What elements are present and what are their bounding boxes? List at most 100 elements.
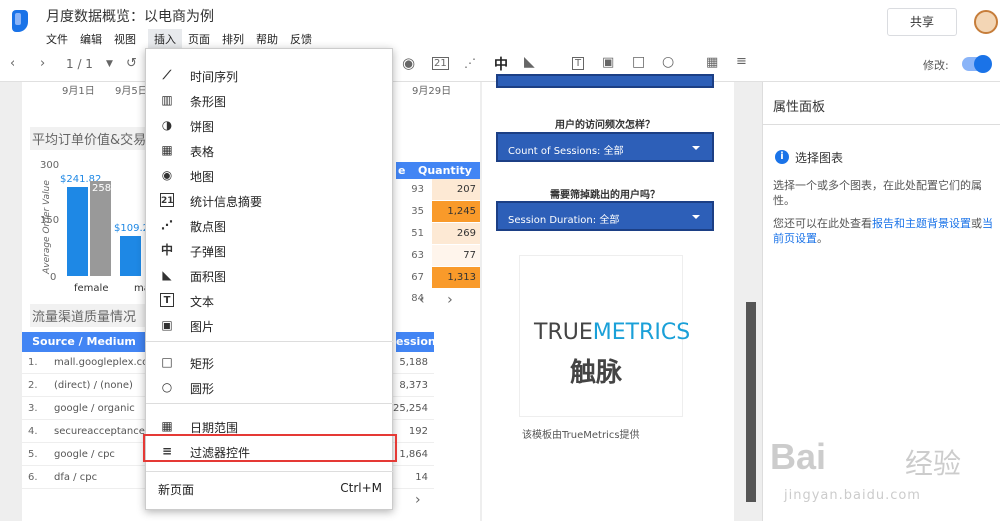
sessions-cell: 5,188 bbox=[399, 357, 428, 368]
menu-view[interactable]: 视图 bbox=[114, 31, 142, 49]
y-tick: 150 bbox=[40, 215, 60, 226]
insert-menu-item[interactable]: ◣ 面积图 bbox=[146, 263, 394, 287]
filter-bar-top[interactable] bbox=[496, 74, 714, 88]
calendar-icon[interactable]: ▦ bbox=[706, 55, 718, 70]
menu-item-label: 面积图 bbox=[190, 270, 227, 284]
quantity-cell: 1,313 bbox=[432, 267, 480, 288]
scrollbar-thumb[interactable] bbox=[746, 302, 756, 502]
document-title[interactable]: 月度数据概览：以电商为例 bbox=[46, 6, 214, 26]
menu-item-label: 新页面 bbox=[158, 483, 195, 497]
bar-chart-icon: ▥ bbox=[161, 93, 173, 107]
baidu-jingyan-watermark: Bai 经验 jingyan.baidu.com bbox=[770, 436, 995, 516]
divider bbox=[763, 124, 1000, 125]
edit-mode-toggle[interactable] bbox=[962, 55, 992, 73]
insert-menu-item[interactable]: ⟋ 时间序列 bbox=[146, 63, 394, 87]
row-partial-value: 51 bbox=[411, 228, 424, 239]
source-medium-header[interactable]: Source / Medium bbox=[22, 332, 146, 352]
rectangle-icon[interactable]: □ bbox=[632, 54, 645, 70]
quantity-cell: 1,245 bbox=[432, 201, 480, 222]
insert-menu-item[interactable]: ◑ 饼图 bbox=[146, 113, 394, 137]
data-studio-logo[interactable] bbox=[12, 10, 28, 32]
image-icon[interactable]: ▣ bbox=[602, 55, 614, 70]
vertical-scrollbar[interactable] bbox=[740, 82, 762, 521]
menu-page[interactable]: 页面 bbox=[188, 31, 216, 49]
sessions-header[interactable]: essions bbox=[396, 332, 442, 352]
text-icon[interactable]: T bbox=[572, 57, 585, 70]
insert-menu-item[interactable]: □ 矩形 bbox=[146, 350, 394, 374]
scorecard-icon: 21 bbox=[160, 193, 174, 207]
report-page-right: 用户的访问频次怎样？ Count of Sessions: 全部 需要筛掉跳出的… bbox=[482, 74, 734, 521]
insert-menu-item[interactable]: ▦ 表格 bbox=[146, 138, 394, 162]
logo-metrics: METRICS bbox=[592, 320, 691, 345]
scorecard-icon[interactable]: 21 bbox=[432, 57, 449, 70]
insert-menu-item[interactable]: 新页面 Ctrl+M bbox=[146, 476, 394, 500]
area-chart-icon: ◣ bbox=[162, 268, 172, 282]
quantity-cell: 77 bbox=[432, 245, 480, 266]
more-mid: 或 bbox=[971, 217, 982, 230]
report-theme-settings-link[interactable]: 报告和主题背景设置 bbox=[872, 217, 971, 230]
menu-insert[interactable]: 插入 bbox=[148, 29, 182, 49]
bar[interactable] bbox=[120, 235, 141, 276]
more-prefix: 您还可以在此处查看 bbox=[773, 217, 872, 230]
menu-help[interactable]: 帮助 bbox=[256, 31, 284, 49]
menu-item-label: 散点图 bbox=[190, 220, 227, 234]
avatar[interactable] bbox=[974, 10, 998, 34]
row-index: 2. bbox=[28, 380, 38, 391]
prev-page-icon[interactable]: ‹ bbox=[419, 292, 425, 308]
page-indicator[interactable]: 1 / 1 bbox=[66, 57, 93, 71]
source-medium-cell: secureacceptance... bbox=[54, 426, 155, 437]
page-dropdown-icon[interactable]: ▼ bbox=[106, 59, 113, 69]
menu-file[interactable]: 文件 bbox=[46, 31, 74, 49]
more-suffix: 。 bbox=[817, 232, 828, 245]
area-chart-icon[interactable]: ◣ bbox=[524, 54, 535, 70]
next-page-icon[interactable]: › bbox=[415, 492, 421, 508]
insert-menu-item[interactable]: ▣ 图片 bbox=[146, 313, 394, 337]
timeseries-icon: ⟋ bbox=[162, 68, 172, 82]
insert-menu-item[interactable]: ○ 圆形 bbox=[146, 375, 394, 399]
scatter-icon[interactable]: ⋰ bbox=[464, 56, 476, 70]
insert-menu-item[interactable]: ◉ 地图 bbox=[146, 163, 394, 187]
filter-icon[interactable]: ≡ bbox=[736, 54, 747, 69]
quantity-header[interactable]: Quantity bbox=[418, 164, 472, 177]
bar[interactable] bbox=[67, 187, 88, 276]
dropdown-arrow-icon[interactable] bbox=[692, 146, 700, 150]
share-button[interactable]: 共享 bbox=[887, 8, 957, 36]
sessions-cell: 8,373 bbox=[399, 380, 428, 391]
history-icon[interactable]: ↺ bbox=[126, 56, 137, 71]
globe-icon: ◉ bbox=[161, 168, 173, 182]
bar[interactable] bbox=[90, 181, 111, 276]
insert-menu-item[interactable]: 21 统计信息摘要 bbox=[146, 188, 394, 212]
globe-icon[interactable]: ◉ bbox=[402, 54, 415, 72]
menu-item-label: 图片 bbox=[190, 320, 215, 334]
select-chart-heading: 选择图表 bbox=[795, 151, 844, 165]
quantity-table-header: e Quantity bbox=[396, 162, 480, 179]
aov-chart-title: 平均订单价值&交易 bbox=[30, 127, 156, 150]
insert-menu-item[interactable]: ▥ 条形图 bbox=[146, 88, 394, 112]
bar-value-label: $109.2 bbox=[114, 222, 149, 234]
property-description: 选择一个或多个图表，在此处配置它们的属性。 bbox=[773, 179, 982, 207]
dropdown-arrow-icon[interactable] bbox=[692, 215, 700, 219]
circle-icon[interactable]: ○ bbox=[662, 54, 674, 70]
menu-arrange[interactable]: 排列 bbox=[222, 31, 250, 49]
row-index: 3. bbox=[28, 403, 38, 414]
bullet-icon[interactable]: 中 bbox=[494, 54, 508, 74]
menu-feedback[interactable]: 反馈 bbox=[290, 31, 318, 49]
menu-item-label: 圆形 bbox=[190, 382, 215, 396]
table-row: 51 269 bbox=[396, 223, 480, 244]
edit-mode-label: 修改: bbox=[923, 59, 949, 72]
menu-divider bbox=[146, 341, 394, 342]
session-duration-filter[interactable]: Session Duration: 全部 bbox=[496, 201, 714, 231]
insert-menu-item[interactable]: 中 子弹图 bbox=[146, 238, 394, 262]
sessions-count-filter[interactable]: Count of Sessions: 全部 bbox=[496, 132, 714, 162]
menu-item-label: 子弹图 bbox=[190, 245, 227, 259]
menu-edit[interactable]: 编辑 bbox=[80, 31, 108, 49]
insert-menu-item[interactable]: ⋰ 散点图 bbox=[146, 213, 394, 237]
forward-arrow-icon[interactable]: › bbox=[40, 56, 45, 71]
info-icon: i bbox=[775, 150, 789, 164]
question-label: 需要筛掉跳出的用户吗？ bbox=[550, 190, 660, 201]
back-arrow-icon[interactable]: ‹ bbox=[10, 56, 15, 71]
next-page-icon[interactable]: › bbox=[447, 292, 453, 308]
insert-menu-item[interactable]: T 文本 bbox=[146, 288, 394, 312]
y-tick: 300 bbox=[40, 160, 60, 171]
sessions-cell: 14 bbox=[415, 472, 428, 483]
